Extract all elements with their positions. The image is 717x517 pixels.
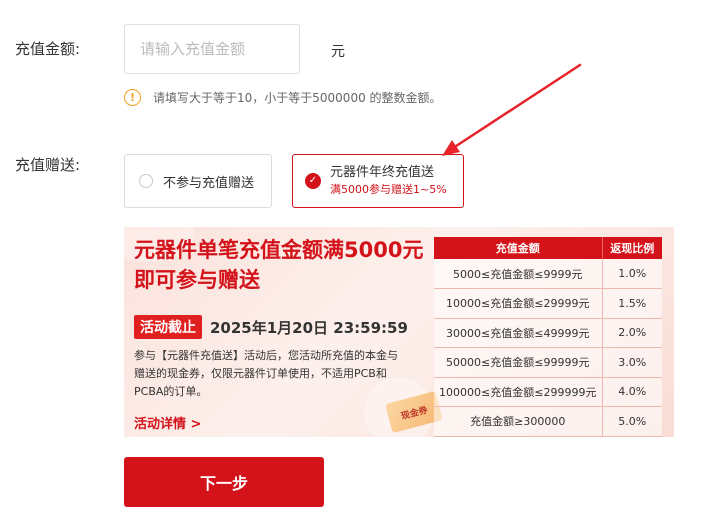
table-header-rate: 返现比例 [601, 237, 662, 259]
unit-label: 元 [331, 44, 345, 60]
deadline-badge: 活动截止 [134, 315, 202, 339]
table-cell-range: 30000≤充值金额≤49999元 [434, 318, 602, 348]
banner-title: 元器件单笔充值金额满5000元 即可参与赠送 [134, 235, 423, 295]
table-cell-range: 10000≤充值金额≤29999元 [434, 288, 602, 319]
cashback-rate-table: 充值金额 返现比例 5000≤充值金额≤9999元 1.0% 10000≤充值金… [434, 237, 662, 437]
table-cell-range: 5000≤充值金额≤9999元 [434, 259, 602, 289]
table-row: 5000≤充值金额≤9999元 1.0% [434, 259, 662, 289]
radio-checked-icon[interactable]: ✓ [305, 173, 321, 189]
gift-option-none[interactable]: 不参与充值赠送 [124, 154, 272, 208]
table-cell-rate: 3.0% [601, 347, 662, 378]
promo-banner: 元器件单笔充值金额满5000元 即可参与赠送 活动截止 2025年1月20日 2… [124, 227, 674, 437]
radio-unchecked-icon[interactable] [139, 174, 153, 188]
gift-option-year-end-title: 元器件年终充值送 [330, 165, 435, 180]
table-row: 30000≤充值金额≤49999元 2.0% [434, 318, 662, 348]
table-cell-rate: 4.0% [601, 377, 662, 407]
table-cell-rate: 2.0% [601, 318, 662, 348]
table-cell-rate: 1.0% [601, 259, 662, 289]
amount-input[interactable] [124, 24, 300, 74]
hint-text: 请填写大于等于10，小于等于5000000 的整数金额。 [153, 91, 442, 105]
table-row: 充值金额≥300000 5.0% [434, 406, 662, 437]
table-row: 100000≤充值金额≤299999元 4.0% [434, 377, 662, 407]
table-cell-rate: 5.0% [601, 406, 662, 437]
gift-option-year-end[interactable]: ✓ 元器件年终充值送 满5000参与赠送1~5% [292, 154, 464, 208]
gift-option-none-label: 不参与充值赠送 [163, 175, 255, 191]
gift-label: 充值赠送: [15, 156, 81, 174]
table-header-amount: 充值金额 [434, 237, 602, 259]
amount-label: 充值金额: [15, 40, 81, 58]
warning-circle-icon: ! [124, 89, 141, 106]
table-cell-range: 50000≤充值金额≤99999元 [434, 347, 602, 378]
banner-description: 参与【元器件充值送】活动后，您活动所充值的本金与赠送的现金券，仅限元器件订单使用… [134, 349, 398, 398]
amount-hint: ! 请填写大于等于10，小于等于5000000 的整数金额。 [124, 89, 442, 106]
next-step-button[interactable]: 下一步 [124, 457, 324, 507]
activity-details-link[interactable]: 活动详情 > [134, 413, 201, 432]
deadline: 活动截止 2025年1月20日 23:59:59 [134, 315, 408, 339]
banner-title-line2: 即可参与赠送 [134, 268, 260, 292]
gift-option-year-end-sub: 满5000参与赠送1~5% [330, 183, 447, 196]
banner-title-line1: 元器件单笔充值金额满5000元 [134, 238, 424, 262]
table-cell-range: 充值金额≥300000 [434, 406, 602, 437]
deadline-date: 2025年1月20日 23:59:59 [210, 318, 408, 337]
table-row: 50000≤充值金额≤99999元 3.0% [434, 347, 662, 378]
table-cell-rate: 1.5% [601, 288, 662, 319]
table-cell-range: 100000≤充值金额≤299999元 [434, 377, 602, 407]
table-row: 10000≤充值金额≤29999元 1.5% [434, 288, 662, 319]
